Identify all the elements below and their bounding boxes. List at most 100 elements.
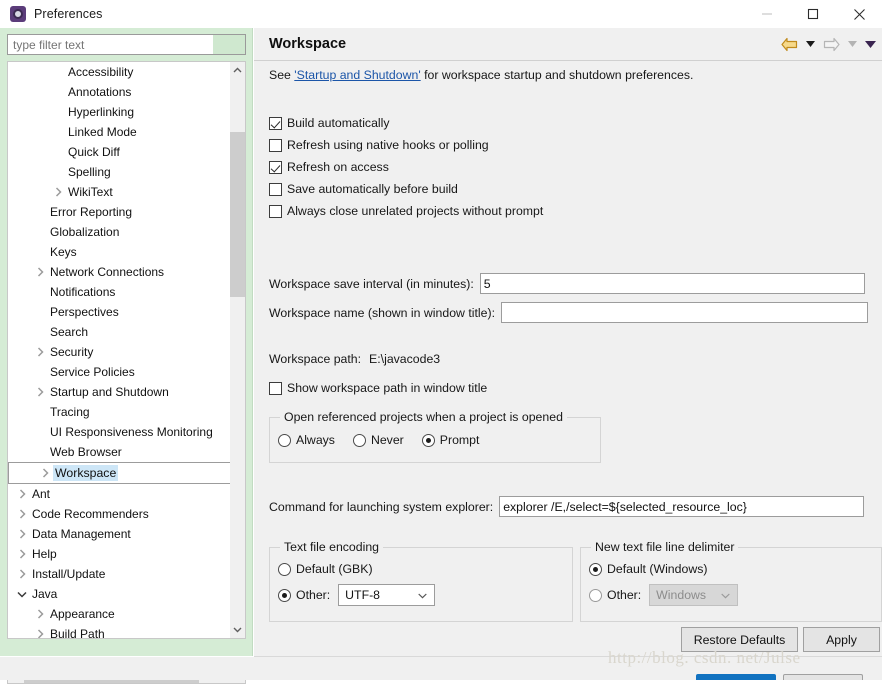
sidebar-item-workspace[interactable]: Workspace: [8, 462, 232, 484]
checkbox-always-close-unrelated-projects-without-prompt[interactable]: Always close unrelated projects without …: [269, 200, 543, 222]
checkbox-save-automatically-before-build[interactable]: Save automatically before build: [269, 178, 543, 200]
workspace-checkbox-group: Build automatically Refresh using native …: [269, 112, 543, 222]
delimiter-select-value: Windows: [656, 588, 707, 602]
sidebar-item-help[interactable]: Help: [8, 544, 232, 564]
sidebar-item-label: Linked Mode: [68, 125, 137, 139]
sidebar-item-ui-responsiveness-monitoring[interactable]: UI Responsiveness Monitoring: [8, 422, 232, 442]
checkbox-refresh-using-native-hooks-or-polling[interactable]: Refresh using native hooks or polling: [269, 134, 543, 156]
chevron-right-icon[interactable]: [32, 604, 48, 624]
chevron-right-icon[interactable]: [37, 463, 53, 483]
sidebar-item-accessibility[interactable]: Accessibility: [8, 62, 232, 82]
sidebar-item-build-path[interactable]: Build Path: [8, 624, 232, 638]
sidebar-item-keys[interactable]: Keys: [8, 242, 232, 262]
sidebar-item-security[interactable]: Security: [8, 342, 232, 362]
chevron-right-icon[interactable]: [14, 484, 30, 504]
sidebar-item-label: Perspectives: [50, 305, 119, 319]
sidebar-item-quick-diff[interactable]: Quick Diff: [8, 142, 232, 162]
save-interval-input[interactable]: [479, 273, 865, 294]
explorer-command-label: Command for launching system explorer:: [269, 499, 494, 514]
tree-scroll-thumb[interactable]: [230, 132, 245, 297]
sidebar-item-annotations[interactable]: Annotations: [8, 82, 232, 102]
sidebar-item-startup-and-shutdown[interactable]: Startup and Shutdown: [8, 382, 232, 402]
show-workspace-path-checkbox[interactable]: Show workspace path in window title: [269, 377, 487, 399]
sidebar-item-data-management[interactable]: Data Management: [8, 524, 232, 544]
sidebar-item-globalization[interactable]: Globalization: [8, 222, 232, 242]
radio-never[interactable]: Never: [352, 433, 422, 447]
sidebar-item-hyperlinking[interactable]: Hyperlinking: [8, 102, 232, 122]
sidebar-item-label: Accessibility: [68, 65, 134, 79]
scroll-up-icon[interactable]: [230, 62, 245, 79]
clear-filter-button[interactable]: [213, 35, 245, 54]
sidebar-item-network-connections[interactable]: Network Connections: [8, 262, 232, 282]
sidebar-item-service-policies[interactable]: Service Policies: [8, 362, 232, 382]
checkbox-box: [269, 116, 282, 130]
view-menu-chevron-down-icon[interactable]: [862, 33, 878, 55]
sidebar-item-install-update[interactable]: Install/Update: [8, 564, 232, 584]
workspace-name-input[interactable]: [501, 302, 868, 323]
checkbox-box: [269, 138, 282, 152]
checkbox-build-automatically[interactable]: Build automatically: [269, 112, 543, 134]
workspace-name-row: Workspace name (shown in window title):: [269, 302, 868, 323]
filter-box[interactable]: [7, 34, 246, 55]
maximize-button[interactable]: [790, 0, 836, 28]
preferences-tree[interactable]: Accessibility Annotations Hyperlinking Link…: [7, 61, 246, 639]
referenced-projects-radios: Always Never Prompt: [278, 433, 600, 447]
chevron-right-icon[interactable]: [14, 564, 30, 584]
chevron-down-icon[interactable]: [14, 584, 30, 604]
sidebar-item-label: Web Browser: [50, 445, 122, 459]
sidebar-item-search[interactable]: Search: [8, 322, 232, 342]
tree-vertical-scrollbar[interactable]: [230, 62, 245, 638]
search-input[interactable]: [8, 35, 208, 54]
radio-circle: [589, 588, 602, 602]
sidebar-item-label: Error Reporting: [50, 205, 133, 219]
delimiter-other-radio[interactable]: Other: Windows: [589, 584, 881, 606]
radio-prompt[interactable]: Prompt: [421, 433, 498, 447]
window-title: Preferences: [34, 7, 103, 21]
cancel-button[interactable]: [783, 674, 863, 680]
sidebar-item-tracing[interactable]: Tracing: [8, 402, 232, 422]
sidebar-item-ant[interactable]: Ant: [8, 484, 232, 504]
sidebar-item-label: Java: [32, 587, 58, 601]
sidebar-item-wikitext[interactable]: WikiText: [8, 182, 232, 202]
scroll-down-icon[interactable]: [230, 621, 245, 638]
encoding-other-radio[interactable]: Other: UTF-8: [278, 584, 572, 606]
chevron-right-icon[interactable]: [32, 382, 48, 402]
sidebar-item-java[interactable]: Java: [8, 584, 232, 604]
close-button[interactable]: [836, 0, 882, 28]
radio-always[interactable]: Always: [278, 433, 353, 447]
encoding-select[interactable]: UTF-8: [338, 584, 436, 606]
chevron-right-icon[interactable]: [32, 624, 48, 638]
sidebar-item-label: Build Path: [50, 627, 105, 638]
sidebar-item-code-recommenders[interactable]: Code Recommenders: [8, 504, 232, 524]
chevron-right-icon[interactable]: [32, 262, 48, 282]
back-arrow-icon[interactable]: [778, 33, 800, 55]
chevron-right-icon[interactable]: [14, 524, 30, 544]
sidebar-item-perspectives[interactable]: Perspectives: [8, 302, 232, 322]
ok-button[interactable]: [696, 674, 776, 680]
chevron-right-icon[interactable]: [14, 504, 30, 524]
radio-circle: [589, 562, 602, 576]
apply-button[interactable]: Apply: [803, 627, 880, 652]
sidebar-item-appearance[interactable]: Appearance: [8, 604, 232, 624]
startup-shutdown-link[interactable]: 'Startup and Shutdown': [294, 68, 420, 82]
checkbox-refresh-on-access[interactable]: Refresh on access: [269, 156, 543, 178]
chevron-right-icon[interactable]: [50, 182, 66, 202]
chevron-right-icon[interactable]: [14, 544, 30, 564]
back-history-chevron-down-icon[interactable]: [802, 33, 818, 55]
delimiter-default-radio[interactable]: Default (Windows): [589, 562, 881, 576]
sidebar-item-label: Network Connections: [50, 265, 165, 279]
minimize-button[interactable]: [744, 0, 790, 28]
sidebar-item-linked-mode[interactable]: Linked Mode: [8, 122, 232, 142]
sidebar-item-spelling[interactable]: Spelling: [8, 162, 232, 182]
sidebar-item-web-browser[interactable]: Web Browser: [8, 442, 232, 462]
chevron-right-icon[interactable]: [32, 342, 48, 362]
page-header: Workspace: [254, 28, 882, 60]
explorer-command-input[interactable]: [499, 496, 865, 517]
encoding-default-radio[interactable]: Default (GBK): [278, 562, 572, 576]
sidebar-item-error-reporting[interactable]: Error Reporting: [8, 202, 232, 222]
sidebar-item-notifications[interactable]: Notifications: [8, 282, 232, 302]
